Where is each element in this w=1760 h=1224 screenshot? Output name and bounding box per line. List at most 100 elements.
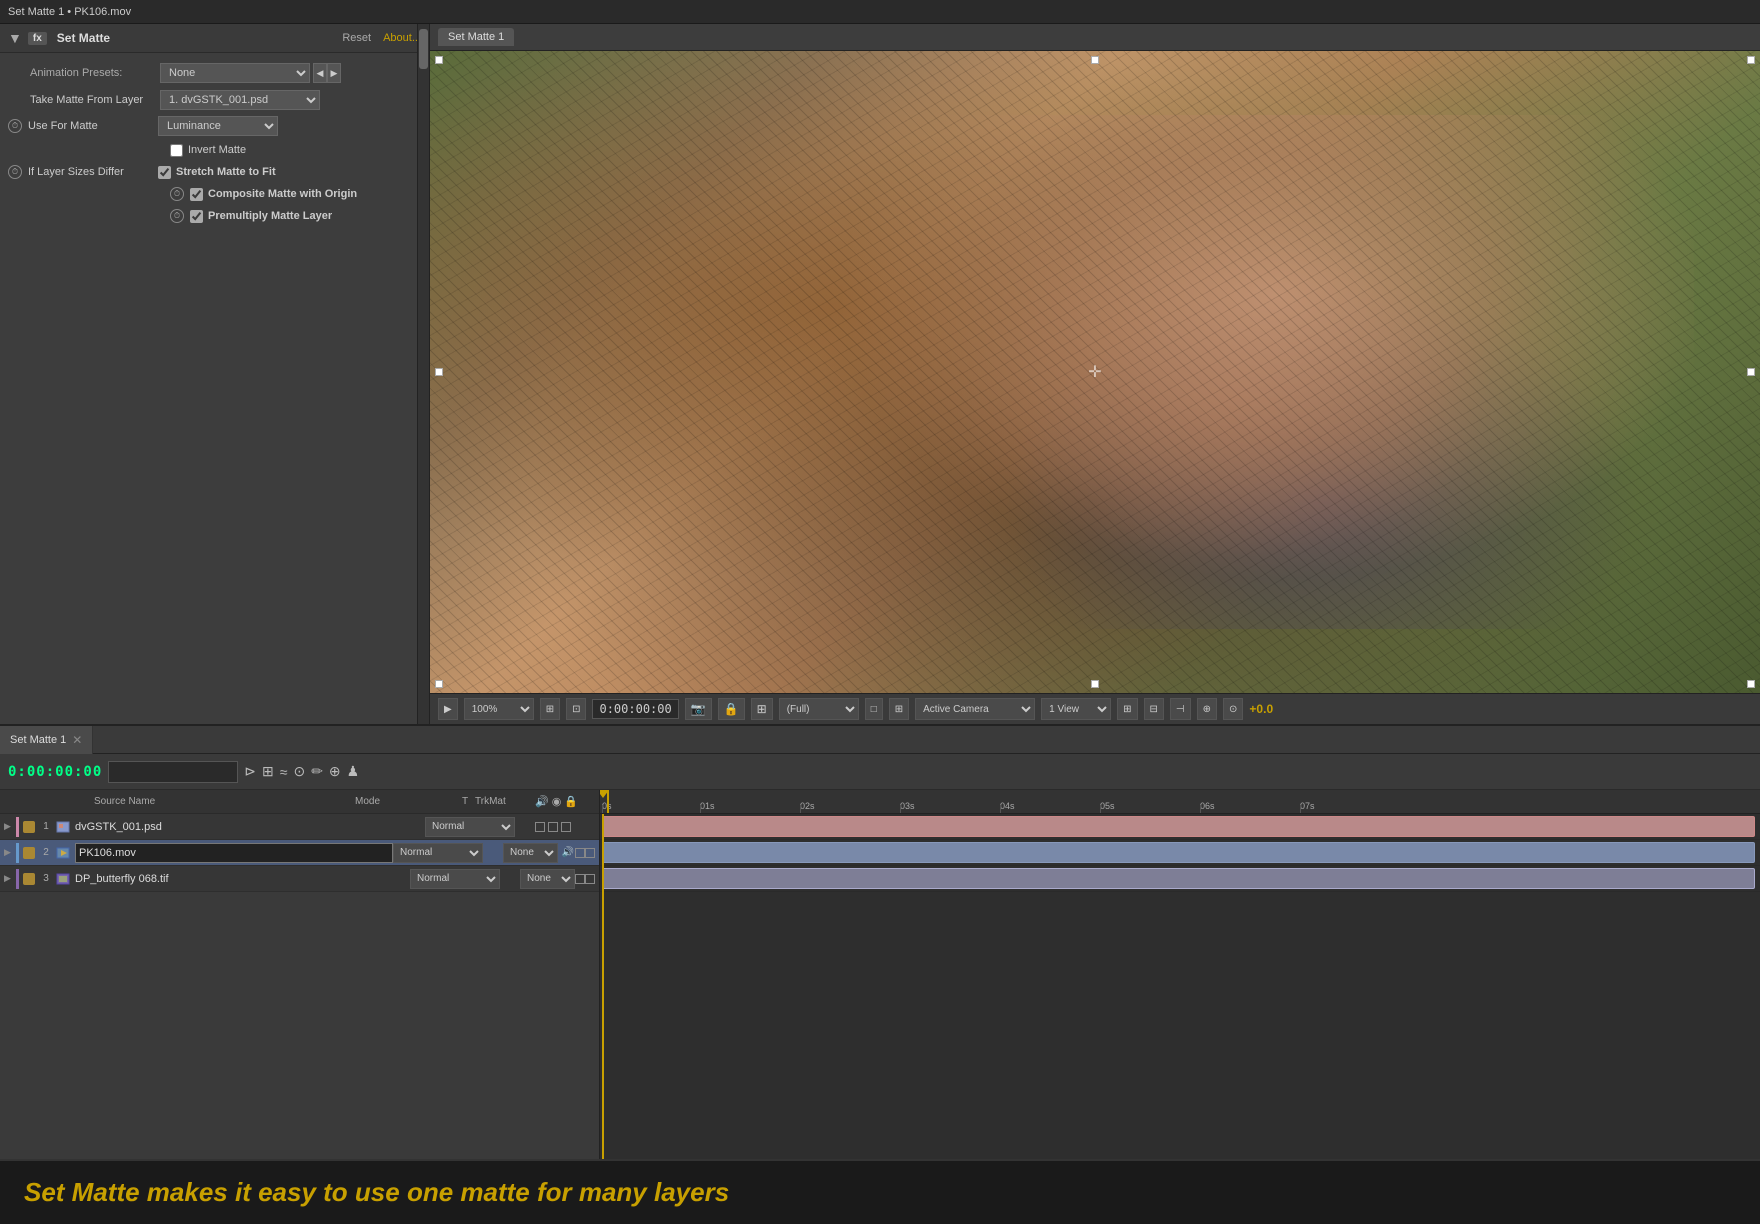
reset-button[interactable]: Reset: [342, 32, 371, 44]
quality-dropdown[interactable]: (Full): [779, 698, 859, 720]
premultiply-checkbox-row: Premultiply Matte Layer: [190, 210, 332, 223]
layer-3-mode-dropdown[interactable]: Normal: [410, 869, 500, 889]
prev-preset-arrow[interactable]: ◀: [313, 63, 327, 83]
timeline-pen-icon[interactable]: ✏: [311, 763, 323, 780]
timeline-search-input[interactable]: [108, 761, 238, 783]
premultiply-checkbox[interactable]: [190, 210, 203, 223]
view-dropdown[interactable]: 1 View: [1041, 698, 1111, 720]
caption-bar: Set Matte makes it easy to use one matte…: [0, 1159, 1760, 1224]
handle-top-left[interactable]: [435, 56, 443, 64]
effect-header: ▼ fx Set Matte Reset About...: [0, 24, 429, 53]
effect-expand-arrow[interactable]: ▼: [8, 30, 22, 46]
layer-2-expand[interactable]: ▶: [4, 847, 16, 858]
invert-matte-row: Invert Matte: [0, 139, 429, 161]
render-btn[interactable]: 🔒: [718, 698, 745, 720]
timeline-puppet-icon[interactable]: ♟: [347, 763, 360, 780]
animation-presets-dropdown[interactable]: None: [160, 63, 310, 83]
handle-bottom-right[interactable]: [1747, 680, 1755, 688]
effect-scroll-thumb[interactable]: [419, 29, 428, 69]
layer-1-mode-dropdown[interactable]: Normal: [425, 817, 515, 837]
layer-1-audio-icon[interactable]: [535, 822, 545, 832]
layer-1-visibility[interactable]: [23, 821, 35, 833]
take-matte-dropdown[interactable]: 1. dvGSTK_001.psd: [160, 90, 320, 110]
timeline-anchor-icon[interactable]: ⊕: [329, 763, 341, 780]
col-icon-solo: ◉: [552, 795, 562, 808]
stretch-matte-checkbox[interactable]: [158, 166, 171, 179]
timeline-play-icon[interactable]: ⊳: [244, 763, 256, 780]
handle-middle-left[interactable]: [435, 368, 443, 376]
track-clip-3[interactable]: [602, 868, 1755, 889]
timeline-tab[interactable]: Set Matte 1 ✕: [0, 726, 93, 754]
layer-3-lock-icon[interactable]: [585, 874, 595, 884]
layer-2-audio-icon[interactable]: 🔊: [561, 846, 575, 860]
timeline-camera-icon[interactable]: ⊙: [293, 763, 305, 780]
offset-value: +0.0: [1249, 702, 1273, 716]
layer-2-trk-dropdown[interactable]: None: [503, 843, 558, 863]
about-button[interactable]: About...: [383, 32, 421, 44]
player-icon[interactable]: ▶: [438, 698, 458, 720]
layer-1-solo-icon[interactable]: [548, 822, 558, 832]
layer-2-name-input[interactable]: [75, 843, 393, 863]
preview-canvas[interactable]: ✛: [430, 51, 1760, 693]
layer-3-trk-dropdown[interactable]: None: [520, 869, 575, 889]
preview-timecode[interactable]: 0:00:00:00: [592, 699, 678, 719]
layout-btn[interactable]: ⊞: [1117, 698, 1137, 720]
layer-2-lock-icon[interactable]: [585, 848, 595, 858]
fast-preview-btn[interactable]: □: [865, 698, 883, 720]
timeline-tab-close[interactable]: ✕: [72, 733, 82, 747]
timeline-motion-icon[interactable]: ≈: [280, 764, 288, 780]
crosshair: ✛: [1088, 362, 1101, 382]
next-preset-arrow[interactable]: ▶: [327, 63, 341, 83]
track-clip-2[interactable]: [602, 842, 1755, 863]
fit-frame-btn[interactable]: ⊞: [540, 698, 560, 720]
camera-dropdown[interactable]: Active Camera: [915, 698, 1035, 720]
grid-btn[interactable]: ⊞: [751, 698, 773, 720]
ruler-tick-01s: [700, 805, 701, 813]
snapshot-btn[interactable]: 📷: [685, 698, 712, 720]
use-for-matte-dropdown[interactable]: Luminance: [158, 116, 278, 136]
track-row-1: [600, 814, 1760, 840]
layer-2-solo-icon[interactable]: [575, 848, 585, 858]
safe-zones-btn[interactable]: ⊟: [1144, 698, 1164, 720]
fx-label[interactable]: fx: [28, 32, 47, 45]
animation-preset-arrows[interactable]: ◀ ▶: [313, 63, 341, 83]
3d-btn[interactable]: ⊙: [1223, 698, 1243, 720]
use-for-matte-row: ⏱ Use For Matte Luminance: [0, 113, 429, 139]
layer-3-expand[interactable]: ▶: [4, 873, 16, 884]
composite-matte-checkbox[interactable]: [190, 188, 203, 201]
layer-2-mode-dropdown[interactable]: Normal: [393, 843, 483, 863]
pixel-aspect-btn[interactable]: ⊡: [566, 698, 586, 720]
snap-btn[interactable]: ⊕: [1197, 698, 1217, 720]
if-layer-stopwatch[interactable]: ⏱: [8, 165, 22, 179]
layer-3-visibility[interactable]: [23, 873, 35, 885]
fx-toggle[interactable]: ▼ fx Set Matte: [8, 30, 342, 46]
rulers-btn[interactable]: ⊣: [1170, 698, 1191, 720]
tracks-container[interactable]: [600, 814, 1760, 1159]
composite-matte-label: Composite Matte with Origin: [208, 188, 357, 200]
track-clip-1[interactable]: [602, 816, 1755, 837]
invert-matte-checkbox-row: Invert Matte: [170, 144, 246, 157]
layer-1-expand[interactable]: ▶: [4, 821, 16, 832]
effect-scrollbar[interactable]: [417, 24, 429, 724]
composite-matte-checkbox-row: Composite Matte with Origin: [190, 188, 357, 201]
timeline-timecode[interactable]: 0:00:00:00: [8, 764, 102, 780]
layer-1-lock-icon[interactable]: [561, 822, 571, 832]
premultiply-stopwatch[interactable]: ⏱: [170, 209, 184, 223]
checkerboard-btn[interactable]: ⊞: [889, 698, 909, 720]
caption-text: Set Matte makes it easy to use one matte…: [24, 1177, 729, 1208]
composite-matte-stopwatch[interactable]: ⏱: [170, 187, 184, 201]
handle-middle-right[interactable]: [1747, 368, 1755, 376]
layer-3-solo-icon[interactable]: [575, 874, 585, 884]
preview-tab[interactable]: Set Matte 1: [438, 28, 514, 46]
zoom-dropdown[interactable]: 100%: [464, 698, 534, 720]
invert-matte-label: Invert Matte: [188, 144, 246, 156]
ruler-tick-03s: [900, 805, 901, 813]
handle-bottom-middle[interactable]: [1091, 680, 1099, 688]
handle-top-middle[interactable]: [1091, 56, 1099, 64]
invert-matte-checkbox[interactable]: [170, 144, 183, 157]
handle-top-right[interactable]: [1747, 56, 1755, 64]
use-for-matte-stopwatch[interactable]: ⏱: [8, 119, 22, 133]
timeline-render-icon[interactable]: ⊞: [262, 763, 274, 780]
layer-2-visibility[interactable]: [23, 847, 35, 859]
handle-bottom-left[interactable]: [435, 680, 443, 688]
